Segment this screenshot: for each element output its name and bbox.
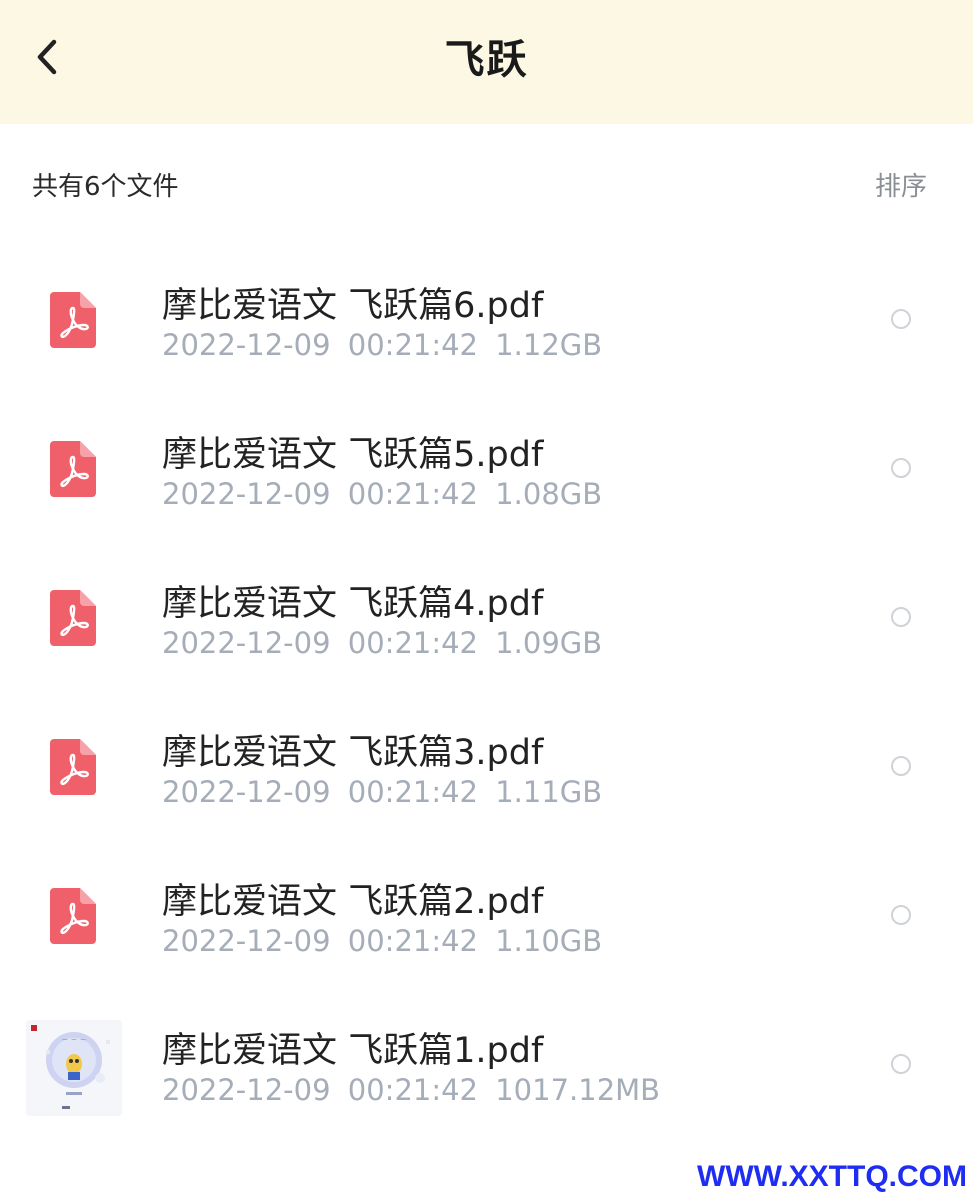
file-meta: 2022-12-09 00:21:42 1.12GB bbox=[162, 328, 602, 362]
file-date: 2022-12-09 bbox=[162, 924, 331, 958]
file-meta: 2022-12-09 00:21:42 1.08GB bbox=[162, 477, 602, 511]
file-size: 1.08GB bbox=[495, 477, 603, 511]
file-meta: 2022-12-09 00:21:42 1.09GB bbox=[162, 626, 602, 660]
sort-button[interactable]: 排序 bbox=[875, 166, 927, 203]
file-list-item[interactable]: 摩比爱语文 飞跃篇5.pdf 2022-12-09 00:21:42 1.08G… bbox=[0, 394, 973, 543]
file-name: 摩比爱语文 飞跃篇4.pdf bbox=[162, 584, 544, 624]
select-radio[interactable] bbox=[891, 458, 911, 478]
file-meta: 2022-12-09 00:21:42 1.10GB bbox=[162, 924, 602, 958]
file-list: 摩比爱语文 飞跃篇6.pdf 2022-12-09 00:21:42 1.12G… bbox=[0, 245, 973, 1139]
pdf-icon bbox=[50, 441, 96, 497]
file-time: 00:21:42 bbox=[347, 626, 479, 660]
file-date: 2022-12-09 bbox=[162, 477, 331, 511]
watermark-text: WWW.XXTTQ.COM bbox=[697, 1160, 967, 1193]
file-name: 摩比爱语文 飞跃篇3.pdf bbox=[162, 733, 544, 773]
file-time: 00:21:42 bbox=[347, 328, 479, 362]
header-bar: 飞跃 bbox=[0, 0, 973, 124]
file-time: 00:21:42 bbox=[347, 477, 479, 511]
svg-text:~ ~ ~: ~ ~ ~ bbox=[61, 1035, 86, 1044]
file-date: 2022-12-09 bbox=[162, 626, 331, 660]
file-size: 1017.12MB bbox=[495, 1073, 661, 1107]
pdf-icon bbox=[50, 292, 96, 348]
pdf-icon bbox=[50, 590, 96, 646]
file-date: 2022-12-09 bbox=[162, 328, 331, 362]
file-meta: 2022-12-09 00:21:42 1.11GB bbox=[162, 775, 602, 809]
file-count-label: 共有6个文件 bbox=[32, 172, 179, 202]
cover-image: ~ ~ ~ bbox=[26, 1020, 122, 1116]
file-list-item[interactable]: 摩比爱语文 飞跃篇6.pdf 2022-12-09 00:21:42 1.12G… bbox=[0, 245, 973, 394]
page-title: 飞跃 bbox=[444, 37, 529, 83]
file-list-item[interactable]: ~ ~ ~ 摩比爱语文 飞跃篇1.pdf 2022-12-09 00:21:42… bbox=[0, 990, 973, 1139]
file-size: 1.12GB bbox=[495, 328, 603, 362]
select-radio[interactable] bbox=[891, 1054, 911, 1074]
file-date: 2022-12-09 bbox=[162, 1073, 331, 1107]
file-date: 2022-12-09 bbox=[162, 775, 331, 809]
select-radio[interactable] bbox=[891, 756, 911, 776]
file-name: 摩比爱语文 飞跃篇5.pdf bbox=[162, 435, 544, 475]
file-list-item[interactable]: 摩比爱语文 飞跃篇4.pdf 2022-12-09 00:21:42 1.09G… bbox=[0, 543, 973, 692]
file-size: 1.10GB bbox=[495, 924, 603, 958]
pdf-icon bbox=[50, 739, 96, 795]
file-meta: 2022-12-09 00:21:42 1017.12MB bbox=[162, 1073, 660, 1107]
select-radio[interactable] bbox=[891, 309, 911, 329]
select-radio[interactable] bbox=[891, 607, 911, 627]
file-time: 00:21:42 bbox=[347, 1073, 479, 1107]
file-list-item[interactable]: 摩比爱语文 飞跃篇2.pdf 2022-12-09 00:21:42 1.10G… bbox=[0, 841, 973, 990]
file-name: 摩比爱语文 飞跃篇2.pdf bbox=[162, 882, 544, 922]
file-time: 00:21:42 bbox=[347, 775, 479, 809]
file-size: 1.09GB bbox=[495, 626, 603, 660]
file-list-item[interactable]: 摩比爱语文 飞跃篇3.pdf 2022-12-09 00:21:42 1.11G… bbox=[0, 692, 973, 841]
file-time: 00:21:42 bbox=[347, 924, 479, 958]
pdf-icon bbox=[50, 888, 96, 944]
file-size: 1.11GB bbox=[495, 775, 603, 809]
file-name: 摩比爱语文 飞跃篇1.pdf bbox=[162, 1031, 544, 1071]
select-radio[interactable] bbox=[891, 905, 911, 925]
document-thumbnail: ~ ~ ~ bbox=[26, 1020, 122, 1116]
file-name: 摩比爱语文 飞跃篇6.pdf bbox=[162, 286, 544, 326]
